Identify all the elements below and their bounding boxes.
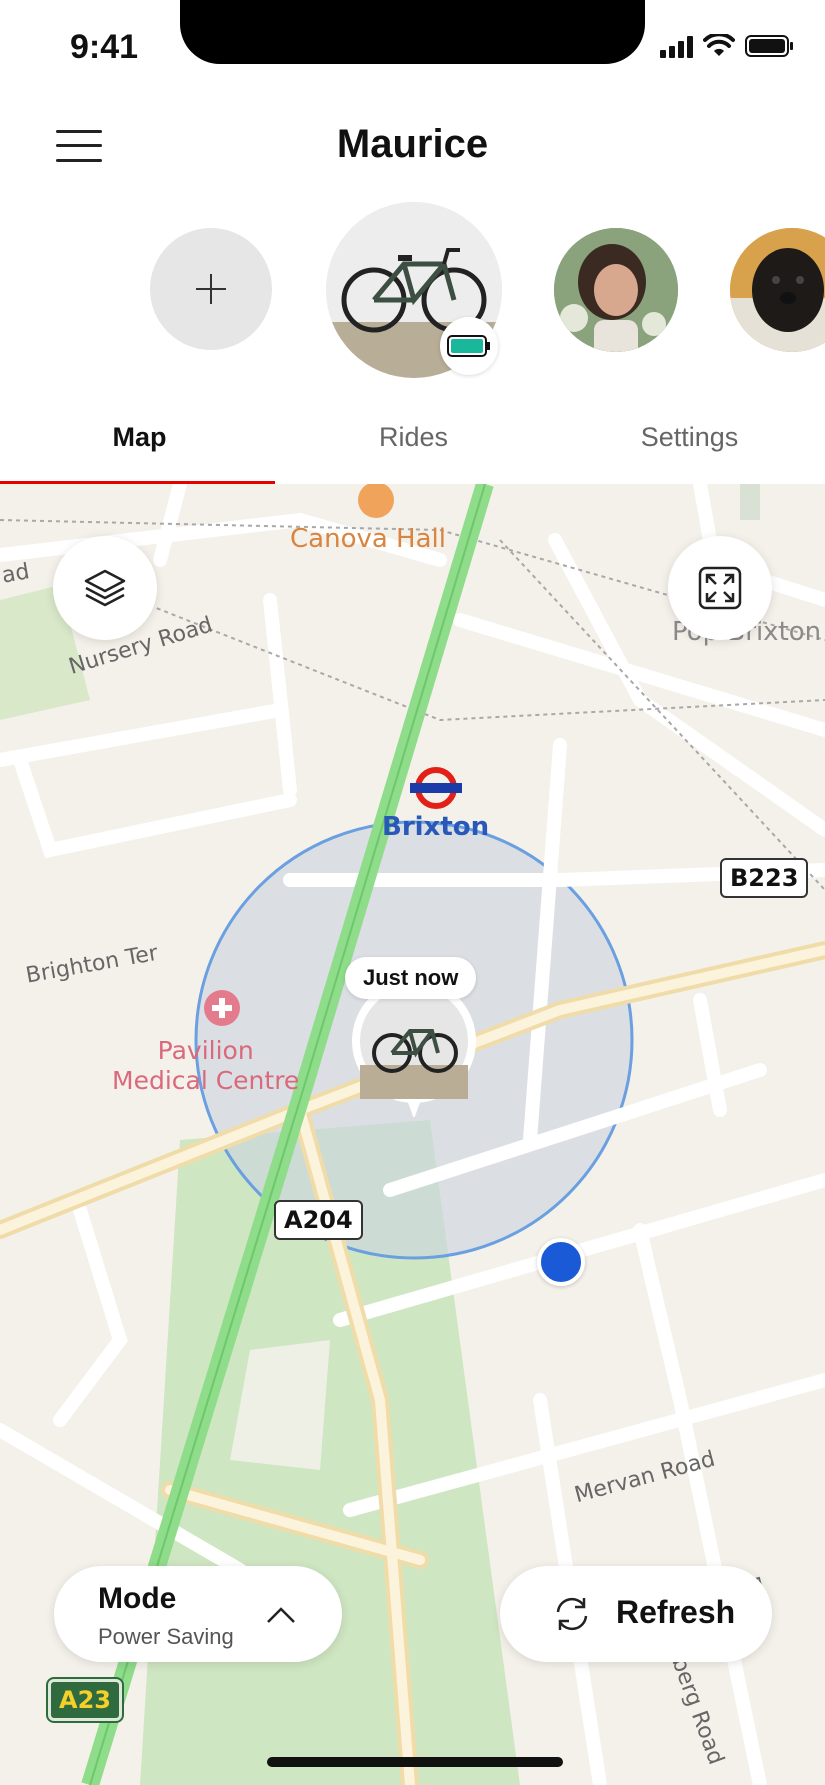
mode-selector[interactable]: Mode Power Saving — [54, 1566, 342, 1662]
refresh-icon — [556, 1597, 588, 1631]
status-icons — [660, 34, 795, 58]
dog-photo — [730, 228, 825, 352]
battery-full-icon — [440, 317, 498, 375]
mode-value: Power Saving — [98, 1624, 234, 1649]
device-notch — [180, 0, 645, 64]
tab-map[interactable]: Map — [2, 422, 277, 453]
refresh-button[interactable]: Refresh — [500, 1566, 772, 1662]
avatar-child[interactable] — [554, 228, 678, 352]
shield-b223: B223 — [720, 858, 809, 898]
shield-a23: A23 — [48, 1679, 122, 1721]
battery-status-icon — [745, 34, 795, 58]
street-fragment: ad — [0, 559, 32, 589]
tab-bar: Map Rides Settings — [0, 400, 825, 485]
mode-title: Mode — [98, 1582, 177, 1615]
map-layers-button[interactable] — [53, 536, 157, 640]
plus-icon — [196, 274, 226, 304]
page-title: Maurice — [336, 122, 489, 166]
home-indicator — [267, 1757, 563, 1767]
app-header: Maurice — [0, 100, 825, 190]
last-seen-label: Just now — [345, 957, 477, 999]
avatar-dog[interactable] — [730, 228, 825, 352]
tab-settings[interactable]: Settings — [552, 422, 825, 453]
add-device-button[interactable] — [150, 228, 272, 350]
tab-rides[interactable]: Rides — [276, 422, 551, 453]
layers-icon — [84, 569, 126, 607]
status-time: 9:41 — [70, 28, 139, 66]
device-carousel — [0, 200, 825, 380]
wifi-icon — [703, 34, 735, 58]
poi-canova-hall: Canova Hall — [290, 524, 446, 554]
station-brixton: Brixton — [382, 812, 490, 842]
child-photo — [554, 228, 678, 352]
expand-icon — [698, 566, 742, 610]
fullscreen-button[interactable] — [668, 536, 772, 640]
chevron-up-icon — [267, 1607, 295, 1623]
poi-pavilion-medical: Pavilion Medical Centre — [112, 1036, 300, 1095]
status-bar: 9:41 — [0, 0, 825, 80]
refresh-label: Refresh — [616, 1594, 736, 1630]
shield-a204: A204 — [274, 1200, 363, 1240]
signal-icon — [660, 34, 693, 58]
current-location-dot — [537, 1238, 585, 1286]
